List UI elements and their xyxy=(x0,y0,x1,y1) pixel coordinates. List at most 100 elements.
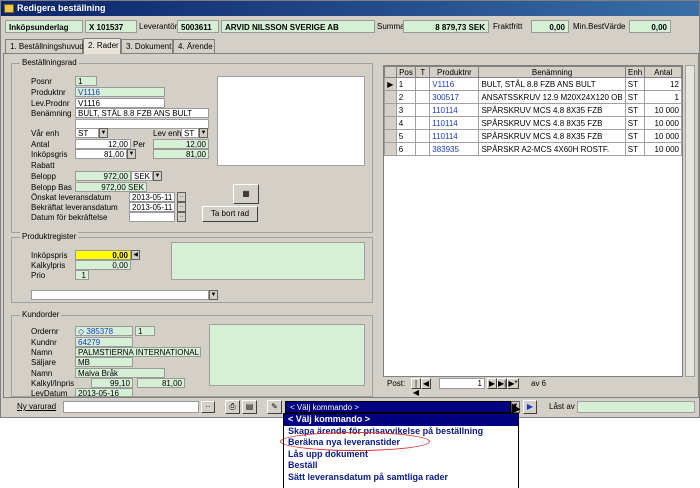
cell-benamning[interactable]: BULT, STÅL 8.8 FZB ANS BULT xyxy=(478,77,626,91)
ordernr-field[interactable]: ◇ 385378 xyxy=(75,326,133,336)
cell-antal[interactable]: 10 000 xyxy=(644,142,682,156)
lev-enh-field[interactable]: ST xyxy=(181,128,199,138)
tab-rader[interactable]: 2. Rader xyxy=(83,38,121,54)
next-record-icon[interactable]: ▶ xyxy=(487,378,497,389)
cell-pos[interactable]: 4 xyxy=(395,116,417,130)
var-enh-dropdown-icon[interactable]: ▼ xyxy=(99,128,108,138)
ta-bort-rad-button[interactable]: Ta bort rad xyxy=(202,206,258,222)
row-selector[interactable] xyxy=(384,90,397,104)
grid-vertical-scrollbar[interactable] xyxy=(685,65,695,377)
cell-t[interactable] xyxy=(415,90,431,104)
cell-benamning[interactable]: SPÅRSKRUV MCS 4.8 8X35 FZB xyxy=(478,129,626,143)
col-header-enh[interactable]: Enh xyxy=(624,66,646,78)
row-selector[interactable] xyxy=(384,116,397,130)
cell-t[interactable] xyxy=(415,116,431,130)
belopp-currency-field[interactable]: SEK xyxy=(131,171,153,181)
ny-varurad-field[interactable] xyxy=(63,401,199,413)
ny-varurad-dropdown-icon[interactable]: ·· xyxy=(201,401,215,413)
last-record-icon[interactable]: ▶| xyxy=(497,378,507,389)
cell-benamning[interactable]: ANSATSSKRUV 12.9 M20X24X120 OB xyxy=(478,90,626,104)
dropdown-item-skapa-arende[interactable]: Skapa ärende för prisavvikelse på bestäl… xyxy=(284,426,518,438)
note-box[interactable] xyxy=(217,76,365,166)
cell-pos[interactable]: 3 xyxy=(395,103,417,117)
row-selector[interactable] xyxy=(384,142,397,156)
current-row-icon[interactable]: ▶ xyxy=(384,77,397,91)
datum-field[interactable] xyxy=(129,212,175,222)
nav-current-field[interactable]: 1 xyxy=(439,378,485,389)
tab-bestallningshuvud[interactable]: 1. Beställningshuvud xyxy=(5,39,84,53)
command-dropdown-list[interactable]: < Välj kommando > Skapa ärende för prisa… xyxy=(283,413,519,488)
tab-dokument[interactable]: 3. Dokument xyxy=(121,39,173,53)
cell-pos[interactable]: 2 xyxy=(395,90,417,104)
cell-enh[interactable]: ST xyxy=(624,103,646,117)
cell-enh[interactable]: ST xyxy=(624,77,646,91)
cell-pos[interactable]: 6 xyxy=(395,142,417,156)
benamning-field[interactable]: BULT, STÅL 8.8 FZB ANS BULT xyxy=(75,108,209,118)
posnr-field[interactable]: 1 xyxy=(75,76,97,86)
cell-antal[interactable]: 10 000 xyxy=(644,116,682,130)
col-header-benamning[interactable]: Benämning xyxy=(478,66,626,78)
currency-dropdown-icon[interactable]: ▼ xyxy=(153,171,162,181)
cell-pos[interactable]: 5 xyxy=(395,129,417,143)
preview-icon[interactable]: ▤ xyxy=(242,400,257,414)
cell-enh[interactable]: ST xyxy=(624,90,646,104)
dropdown-item-valj-kommando[interactable]: < Välj kommando > xyxy=(284,414,518,426)
cell-produktnr[interactable]: 110114 xyxy=(429,103,480,117)
product-inkopspris-field[interactable]: 0,00 xyxy=(75,250,131,260)
table-row[interactable]: 3 110114 SPÅRSKRUV MCS 4.8 8X35 FZB ST 1… xyxy=(384,103,682,117)
cell-t[interactable] xyxy=(415,103,431,117)
datum-date-picker-icon[interactable]: ·· xyxy=(177,212,186,222)
bekraftat-field[interactable]: 2013-05-11 xyxy=(129,202,175,212)
inkopspris-dropdown-icon[interactable]: ▼ xyxy=(127,149,136,159)
cell-benamning[interactable]: SPÅRSKRUV MCS 4.8 8X35 FZB xyxy=(478,116,626,130)
table-row[interactable]: ▶ 1 V1116 BULT, STÅL 8.8 FZB ANS BULT ST… xyxy=(384,77,682,91)
product-price-arrow-icon[interactable]: ◀ xyxy=(131,250,140,260)
cell-antal[interactable]: 1 xyxy=(644,90,682,104)
table-row[interactable]: 6 383935 SPÅRSKR A2-MCS 4X60H ROSTF. ST … xyxy=(384,142,682,156)
new-record-icon[interactable]: ▶* xyxy=(507,378,519,389)
kundnr-field[interactable]: 64279 xyxy=(75,337,133,347)
cell-enh[interactable]: ST xyxy=(624,129,646,143)
table-row[interactable]: 5 110114 SPÅRSKRUV MCS 4.8 8X35 FZB ST 1… xyxy=(384,129,682,143)
table-row[interactable]: 2 300517 ANSATSSKRUV 12.9 M20X24X120 OB … xyxy=(384,90,682,104)
var-enh-field[interactable]: ST xyxy=(75,128,99,138)
tab-arende[interactable]: 4. Ärende xyxy=(173,39,215,53)
cell-benamning[interactable]: SPÅRSKRUV MCS 4.8 8X35 FZB xyxy=(478,103,626,117)
cell-t[interactable] xyxy=(415,142,431,156)
col-header-t[interactable]: T xyxy=(415,66,431,78)
antal-field[interactable]: 12,00 xyxy=(75,139,131,149)
first-record-icon[interactable]: |◀ xyxy=(411,378,421,397)
bekraftat-date-picker-icon[interactable]: ·· xyxy=(177,202,186,212)
cell-pos[interactable]: 1 xyxy=(395,77,417,91)
cell-antal[interactable]: 10 000 xyxy=(644,103,682,117)
prev-record-icon[interactable]: ◀ xyxy=(421,378,431,389)
lev-enh-dropdown-icon[interactable]: ▼ xyxy=(199,128,208,138)
cell-antal[interactable]: 12 xyxy=(644,77,682,91)
product-select-dropdown-icon[interactable]: ▼ xyxy=(209,290,218,300)
cell-enh[interactable]: ST xyxy=(624,142,646,156)
row-selector[interactable] xyxy=(384,103,397,117)
product-select-field[interactable] xyxy=(31,290,209,300)
cell-enh[interactable]: ST xyxy=(624,116,646,130)
col-header-pos[interactable]: Pos xyxy=(395,66,417,78)
cell-produktnr[interactable]: V1116 xyxy=(429,77,480,91)
print-icon[interactable]: ⎙ xyxy=(225,400,240,414)
cell-antal[interactable]: 10 000 xyxy=(644,129,682,143)
order-rows-grid[interactable]: Pos T Produktnr Benämning Enh Antal ▶ 1 … xyxy=(383,65,683,377)
dropdown-item-berakna-leveranstider[interactable]: Beräkna nya leveranstider xyxy=(284,437,518,449)
row-selector[interactable] xyxy=(384,129,397,143)
dropdown-item-bestall[interactable]: Beställ xyxy=(284,460,518,472)
cell-t[interactable] xyxy=(415,129,431,143)
table-row[interactable]: 4 110114 SPÅRSKRUV MCS 4.8 8X35 FZB ST 1… xyxy=(384,116,682,130)
levprodnr-field[interactable]: V1116 xyxy=(75,98,165,108)
per-field[interactable]: 12,00 xyxy=(153,139,209,149)
cell-produktnr[interactable]: 110114 xyxy=(429,129,480,143)
col-header-antal[interactable]: Antal xyxy=(644,66,682,78)
cell-benamning[interactable]: SPÅRSKR A2-MCS 4X60H ROSTF. xyxy=(478,142,626,156)
execute-command-icon[interactable]: ▶ xyxy=(523,400,537,414)
dropdown-item-satt-leveransdatum[interactable]: Sätt leveransdatum på samtliga rader xyxy=(284,472,518,484)
produktnr-field[interactable]: V1116 xyxy=(75,87,165,97)
dropdown-item-las-upp-dokument[interactable]: Lås upp dokument xyxy=(284,449,518,461)
cell-produktnr[interactable]: 383935 xyxy=(429,142,480,156)
cell-produktnr[interactable]: 110114 xyxy=(429,116,480,130)
